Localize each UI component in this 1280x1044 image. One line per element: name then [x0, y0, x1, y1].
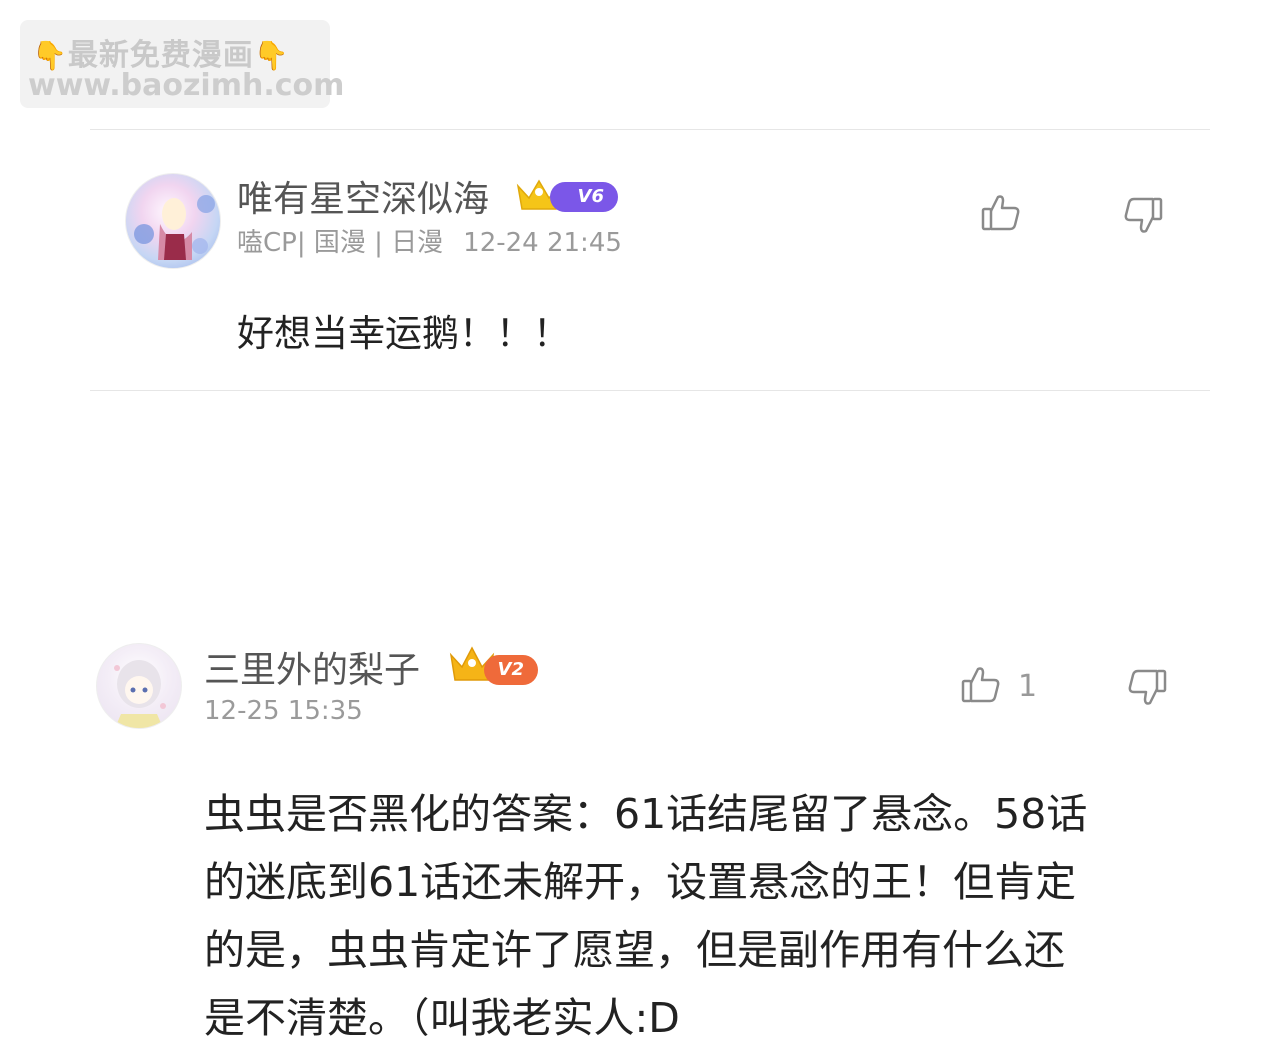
level-badge: V2 — [484, 655, 538, 685]
watermark-banner: 👇最新免费漫画👇 www.baozimh.com — [20, 20, 344, 108]
level-badge: V6 — [550, 182, 618, 212]
comment-divider — [90, 129, 1210, 130]
thumbs-up-icon[interactable] — [960, 664, 1002, 706]
comment-meta: 嗑CP| 国漫 | 日漫 12-24 21:45 — [237, 222, 622, 259]
comment-text-line: 是不清楚。（叫我老实人:D — [204, 994, 680, 1042]
comment-time: 12-25 15:35 — [204, 696, 363, 726]
like-count: 1 — [1018, 669, 1038, 704]
thumbs-down-icon[interactable] — [1122, 194, 1164, 236]
username[interactable]: 三里外的梨子 — [204, 641, 420, 693]
comment-text-line: 的迷底到61话还未解开，设置悬念的王！但肯定 — [204, 858, 1077, 906]
comment-divider — [90, 390, 1210, 391]
avatar-illustration — [134, 195, 215, 260]
avatar[interactable] — [125, 173, 221, 269]
comment-text-line: 的是，虫虫肯定许了愿望，但是副作用有什么还 — [204, 926, 1065, 974]
avatar[interactable] — [96, 643, 182, 729]
thumbs-up-icon[interactable] — [980, 192, 1022, 234]
avatar-illustration — [114, 660, 166, 728]
comment-text-line: 虫虫是否黑化的答案：61话结尾留了悬念。58话 — [204, 790, 1088, 838]
comment-time: 12-24 21:45 — [463, 228, 622, 258]
username[interactable]: 唯有星空深似海 — [237, 170, 489, 222]
user-tags: 嗑CP| 国漫 | 日漫 — [237, 228, 444, 258]
thumbs-down-icon[interactable] — [1126, 666, 1168, 708]
comment-text: 好想当幸运鹅！！！ — [237, 312, 570, 355]
watermark-url: www.baozimh.com — [28, 68, 345, 103]
